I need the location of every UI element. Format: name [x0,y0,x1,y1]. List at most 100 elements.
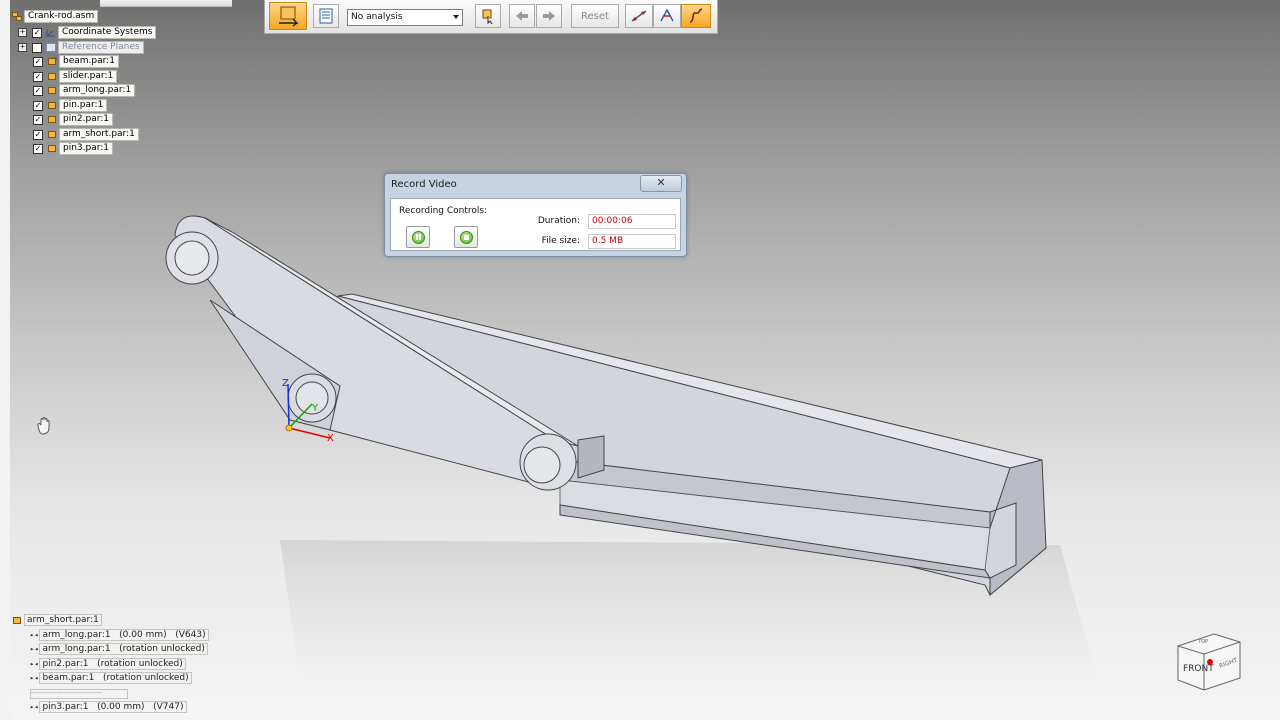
visibility-checkbox[interactable]: ✓ [33,71,43,82]
part-icon [48,145,56,152]
step-forward-button[interactable] [536,4,562,28]
tree-root[interactable]: Crank-rod.asm [12,10,99,23]
chevron-down-icon [453,15,459,19]
arrow-left-icon [516,11,528,21]
motion-toolbar: No analysis Reset [264,0,718,34]
tree-item-pin3[interactable]: ✓ pin3.par:1 [33,142,114,155]
drag-component-icon [482,9,493,24]
tree-item-beam[interactable]: ✓ beam.par:1 [33,55,119,68]
expand-icon[interactable]: + [18,43,27,52]
relationship-item[interactable]: ▸◂ beam.par:1 (rotation unlocked) [30,672,192,684]
tree-item-label: Reference Planes [58,41,144,54]
triad-z-label: Z [282,378,289,389]
tree-item-slider[interactable]: ✓ slider.par:1 [33,70,118,83]
tree-item-arm-short[interactable]: ✓ arm_short.par:1 [33,128,139,141]
mate-icon: ▸◂ [30,703,39,711]
visibility-checkbox[interactable]: ✓ [33,129,43,140]
view-cube-top: TOP [1197,639,1208,645]
mate-icon: ▸◂ [30,674,39,682]
relationship-item[interactable]: ▸◂ pin3.par:1 (0.00 mm) (V747) [30,701,187,713]
dialog-title: Record Video [391,179,457,190]
tree-item-label: arm_long.par:1 [59,84,136,97]
pause-button[interactable] [406,226,430,248]
relationship-header[interactable]: arm_short.par:1 [12,614,102,626]
tree-item-reference-planes[interactable]: + Reference Planes [18,41,144,54]
part-icon [48,102,56,109]
tree-item-pin2[interactable]: ✓ pin2.par:1 [33,113,114,126]
dialog-body: Recording Controls: Duration: 00:00:06 F… [390,198,681,251]
close-button[interactable]: ✕ [640,175,682,192]
relationship-item-label: pin2.par:1 (rotation unlocked) [39,658,186,670]
drag-component-button[interactable] [475,4,501,28]
duration-label: Duration: [537,216,580,226]
part-icon [48,87,56,94]
relationship-item-label: arm_long.par:1 (0.00 mm) (V643) [39,629,209,641]
path-curve-icon [689,8,703,23]
mate-icon: ▸◂ [30,660,39,668]
visibility-checkbox[interactable]: ✓ [33,85,43,96]
trace-path-button[interactable] [625,4,653,28]
tree-item-label: Coordinate Systems [58,26,157,39]
tree-item-label: arm_short.par:1 [59,128,139,141]
panel-grip[interactable] [100,0,232,7]
properties-button[interactable] [313,4,339,28]
pin2-part[interactable] [287,373,337,423]
graphics-viewport[interactable]: X Z Y TOP RIGHT FRONT [0,0,1280,720]
analysis-select[interactable]: No analysis [347,9,463,26]
collision-icon [660,8,674,22]
slider-part[interactable] [577,435,605,479]
assembly-icon [12,12,22,21]
visibility-checkbox[interactable]: ✓ [32,27,42,38]
expand-icon[interactable]: + [18,28,27,37]
simulate-button[interactable] [269,2,307,30]
triad-y-label: Y [311,403,319,414]
relationship-item[interactable]: ▸◂ pin2.par:1 (rotation unlocked) [30,658,186,670]
step-back-button[interactable] [509,4,535,28]
part-icon [13,616,21,624]
recording-controls-label: Recording Controls: [399,206,488,216]
visibility-checkbox[interactable] [32,42,42,53]
pin3-part[interactable] [519,433,577,491]
part-icon [48,116,56,123]
duration-value: 00:00:06 [588,214,676,229]
tree-item-pin[interactable]: ✓ pin.par:1 [33,99,108,112]
pause-icon [411,230,425,244]
stop-button[interactable] [454,226,478,248]
relationship-item-label: beam.par:1 (rotation unlocked) [39,672,192,684]
triad-x-label: X [327,433,334,444]
tree-item-coordinate-systems[interactable]: + ✓ Coordinate Systems [18,26,157,39]
coordinate-system-icon [46,29,55,37]
view-cube-front: FRONT [1183,664,1214,674]
relationship-item[interactable]: ▸◂ arm_long.par:1 (rotation unlocked) [30,643,208,655]
simulate-icon [279,6,299,27]
tree-item-arm-long[interactable]: ✓ arm_long.par:1 [33,84,136,97]
close-icon: ✕ [656,176,666,189]
mate-icon: ▸◂ [30,631,39,639]
analysis-select-value: No analysis [351,12,403,22]
reference-plane-icon [46,43,56,52]
relationship-item-label: arm_long.par:1 (rotation unlocked) [39,643,208,655]
tree-item-label: pin3.par:1 [59,142,114,155]
tree-item-label: pin2.par:1 [59,113,114,126]
visibility-checkbox[interactable]: ✓ [33,56,43,67]
part-icon [48,57,57,65]
list-icon [319,8,333,24]
path-curve-button[interactable] [681,4,711,28]
filesize-label: File size: [541,236,580,246]
hand-pan-icon[interactable] [35,417,55,435]
relationship-item-label: pin3.par:1 (0.00 mm) (V747) [39,701,187,713]
assembly-model-view: X Z Y [165,215,1100,690]
pin-part[interactable] [165,231,219,285]
visibility-checkbox[interactable]: ✓ [33,114,43,125]
part-icon [48,131,56,138]
filesize-value: 0.5 MB [588,234,676,249]
tree-item-label: beam.par:1 [59,55,119,68]
reset-button[interactable]: Reset [571,4,619,28]
visibility-checkbox[interactable]: ✓ [33,143,43,154]
relationship-item[interactable]: ▸◂ arm_long.par:1 (0.00 mm) (V643) [30,629,209,641]
relationship-header-label: arm_short.par:1 [24,614,102,626]
collision-button[interactable] [653,4,681,28]
visibility-checkbox[interactable]: ✓ [33,100,43,111]
arrow-right-icon [543,11,555,21]
record-video-dialog[interactable]: Record Video ✕ Recording Controls: Durat… [384,173,687,257]
